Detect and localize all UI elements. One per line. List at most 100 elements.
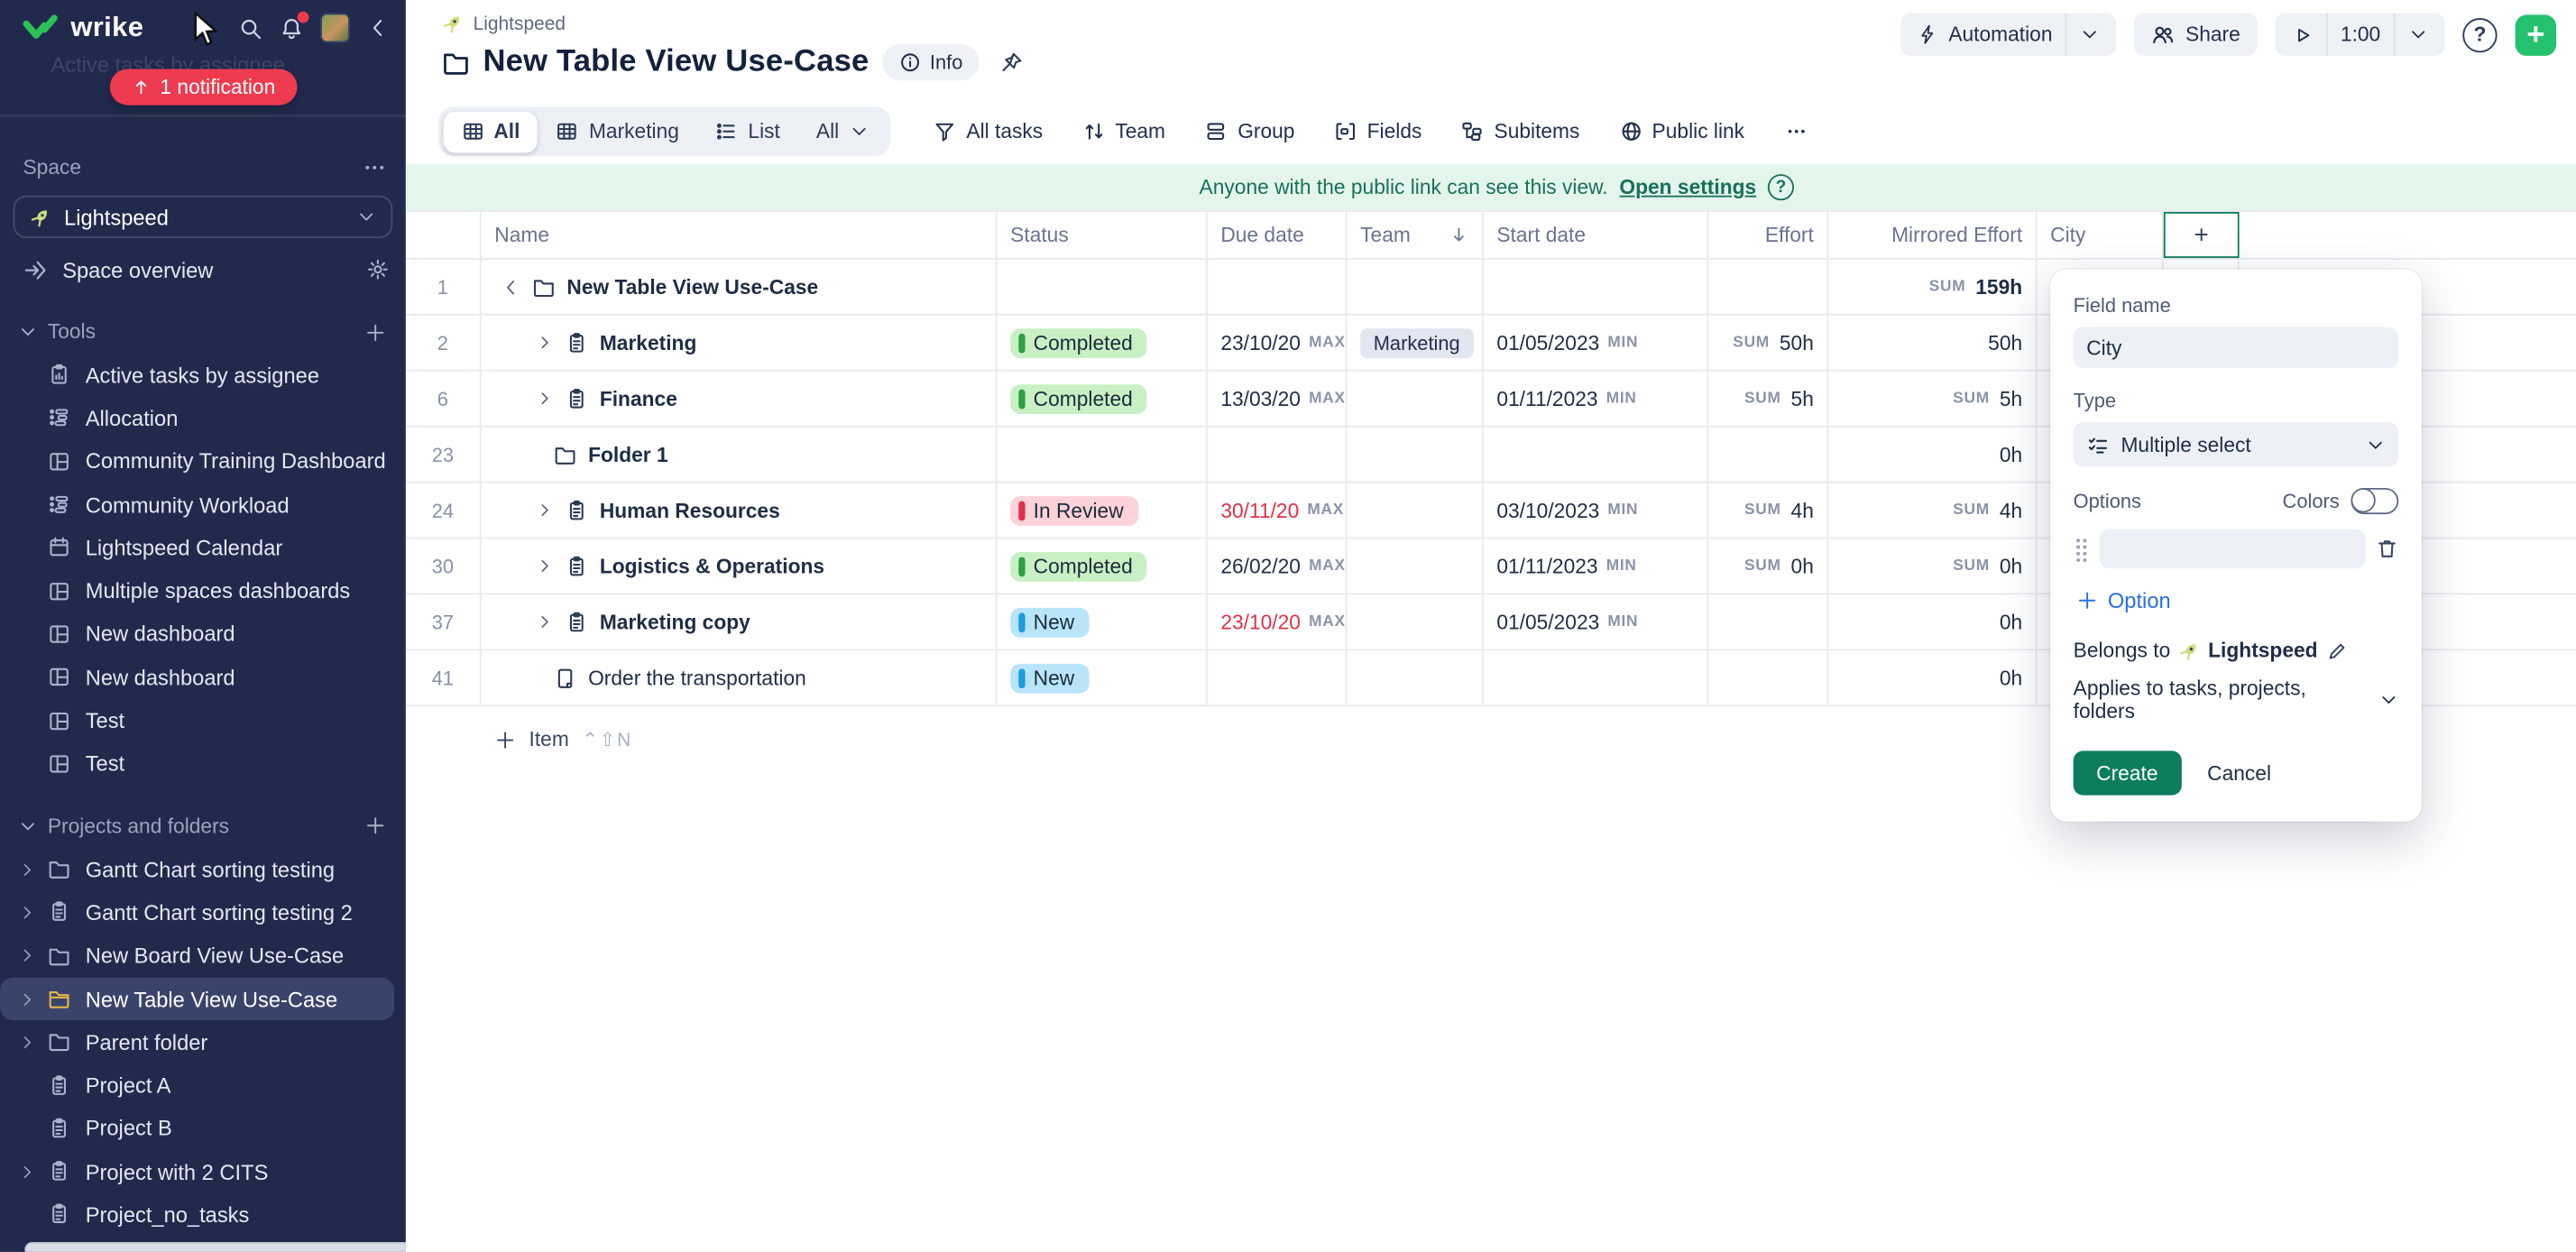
- due-date-cell[interactable]: [1208, 428, 1348, 482]
- chevron-right-icon[interactable]: [14, 990, 40, 1008]
- view-tab-all[interactable]: All: [443, 111, 538, 152]
- automation-button[interactable]: Automation: [1901, 14, 2117, 56]
- expand-icon[interactable]: [534, 390, 554, 408]
- column-header-name[interactable]: Name: [482, 212, 998, 258]
- collapse-sidebar-icon[interactable]: [366, 16, 390, 40]
- colors-toggle[interactable]: [2351, 488, 2398, 514]
- start-date-cell[interactable]: 01/11/2023MIN: [1484, 372, 1709, 426]
- sidebar-tool-item[interactable]: Active tasks by assignee: [0, 354, 406, 397]
- chevron-right-icon[interactable]: [14, 947, 40, 965]
- status-cell[interactable]: In Review: [998, 483, 1208, 538]
- status-cell[interactable]: New: [998, 594, 1208, 649]
- play-icon[interactable]: [2291, 23, 2313, 45]
- notifications-bell-icon[interactable]: [280, 15, 304, 40]
- sidebar-tool-item[interactable]: Lightspeed Calendar: [0, 526, 406, 569]
- view-tab-list[interactable]: List: [697, 111, 798, 152]
- team-cell[interactable]: [1348, 372, 1484, 426]
- space-more-icon[interactable]: [363, 156, 387, 180]
- cancel-button[interactable]: Cancel: [2207, 761, 2271, 785]
- create-button[interactable]: Create: [2074, 750, 2181, 795]
- sidebar-project-item[interactable]: Project_no_tasks: [0, 1193, 406, 1237]
- task-name-cell[interactable]: Marketing copy: [482, 594, 998, 649]
- collapse-icon[interactable]: [501, 275, 521, 299]
- sidebar-project-item[interactable]: Gantt Chart sorting testing 2: [0, 891, 406, 934]
- view-tab-marketing[interactable]: Marketing: [538, 111, 696, 152]
- due-date-cell[interactable]: 23/10/20MAX: [1208, 594, 1348, 649]
- chevron-down-icon[interactable]: [2408, 24, 2428, 44]
- team-cell[interactable]: [1348, 260, 1484, 314]
- share-button[interactable]: Share: [2135, 14, 2257, 56]
- edit-pencil-icon[interactable]: [2326, 640, 2348, 661]
- mirrored-effort-cell[interactable]: 0h: [1828, 428, 2037, 482]
- column-header-team[interactable]: Team: [1348, 212, 1484, 258]
- sidebar-project-item[interactable]: Gantt Chart sorting testing: [0, 848, 406, 891]
- start-date-cell[interactable]: 03/10/2023MIN: [1484, 483, 1709, 538]
- expand-icon[interactable]: [534, 612, 554, 631]
- effort-cell[interactable]: SUM0h: [1708, 539, 1828, 593]
- view-tab-all[interactable]: All: [798, 111, 887, 152]
- sidebar-item-space-overview[interactable]: Space overview: [0, 248, 406, 290]
- effort-cell[interactable]: [1708, 594, 1828, 649]
- chevron-right-icon[interactable]: [14, 861, 40, 879]
- gear-icon[interactable]: [366, 258, 390, 281]
- start-date-cell[interactable]: [1484, 650, 1709, 704]
- add-project-icon[interactable]: [364, 815, 386, 837]
- sidebar-project-item[interactable]: Project A: [0, 1063, 406, 1107]
- due-date-cell[interactable]: [1208, 650, 1348, 704]
- sidebar-tool-item[interactable]: Allocation: [0, 397, 406, 440]
- task-name-cell[interactable]: New Table View Use-Case: [482, 260, 998, 314]
- task-name-cell[interactable]: Order the transportation: [482, 650, 998, 704]
- task-name-cell[interactable]: Human Resources: [482, 483, 998, 538]
- expand-icon[interactable]: [534, 557, 554, 575]
- applies-to-row[interactable]: Applies to tasks, projects, folders: [2074, 677, 2399, 723]
- sidebar-tool-item[interactable]: Community Training Dashboard: [0, 439, 406, 483]
- team-cell[interactable]: [1348, 539, 1484, 593]
- pin-icon[interactable]: [998, 51, 1023, 75]
- effort-cell[interactable]: SUM5h: [1708, 372, 1828, 426]
- status-cell[interactable]: Completed: [998, 372, 1208, 426]
- mirrored-effort-cell[interactable]: 50h: [1828, 316, 2037, 370]
- sidebar-project-item[interactable]: Project B: [0, 1107, 406, 1150]
- effort-cell[interactable]: [1708, 260, 1828, 314]
- banner-help-icon[interactable]: ?: [1768, 174, 1794, 200]
- effort-cell[interactable]: SUM50h: [1708, 316, 1828, 370]
- start-date-cell[interactable]: 01/05/2023MIN: [1484, 316, 1709, 370]
- task-name-cell[interactable]: Logistics & Operations: [482, 539, 998, 593]
- sidebar-tool-item[interactable]: New dashboard: [0, 612, 406, 656]
- user-avatar[interactable]: [320, 14, 350, 43]
- team-cell[interactable]: [1348, 650, 1484, 704]
- column-header-due-date[interactable]: Due date: [1208, 212, 1348, 258]
- status-cell[interactable]: New: [998, 650, 1208, 704]
- toolbar-fields[interactable]: Fields: [1334, 120, 1421, 143]
- add-option-button[interactable]: Option: [2076, 588, 2398, 612]
- expand-icon[interactable]: [534, 502, 554, 520]
- column-header-start-date[interactable]: Start date: [1484, 212, 1709, 258]
- drag-handle-icon[interactable]: [2074, 536, 2090, 562]
- tools-section-header[interactable]: Tools: [0, 310, 406, 353]
- option-value-input[interactable]: [2100, 529, 2366, 569]
- status-cell[interactable]: Completed: [998, 539, 1208, 593]
- team-cell[interactable]: [1348, 483, 1484, 538]
- effort-cell[interactable]: [1708, 428, 1828, 482]
- mirrored-effort-cell[interactable]: SUM159h: [1828, 260, 2037, 314]
- sidebar-tool-item[interactable]: New dashboard: [0, 656, 406, 699]
- toolbar-subitems[interactable]: Subitems: [1461, 120, 1579, 143]
- due-date-cell[interactable]: [1208, 260, 1348, 314]
- help-button[interactable]: ?: [2462, 17, 2497, 51]
- type-select[interactable]: Multiple select: [2074, 422, 2399, 466]
- task-name-cell[interactable]: Folder 1: [482, 428, 998, 482]
- team-cell[interactable]: [1348, 594, 1484, 649]
- due-date-cell[interactable]: 26/02/20MAX: [1208, 539, 1348, 593]
- notification-pill[interactable]: 1 notification: [109, 69, 297, 106]
- timer-button[interactable]: 1:00: [2275, 14, 2444, 56]
- toolbar-more-button[interactable]: [1784, 120, 1808, 143]
- chevron-right-icon[interactable]: [14, 1033, 40, 1051]
- open-settings-link[interactable]: Open settings: [1619, 176, 1756, 199]
- column-header-mirrored-effort[interactable]: Mirrored Effort: [1828, 212, 2037, 258]
- mirrored-effort-cell[interactable]: SUM4h: [1828, 483, 2037, 538]
- effort-cell[interactable]: SUM4h: [1708, 483, 1828, 538]
- sidebar-project-item[interactable]: New Board View Use-Case: [0, 934, 406, 978]
- horizontal-scrollbar-thumb[interactable]: [24, 1242, 406, 1252]
- due-date-cell[interactable]: 30/11/20MAX: [1208, 483, 1348, 538]
- mirrored-effort-cell[interactable]: 0h: [1828, 594, 2037, 649]
